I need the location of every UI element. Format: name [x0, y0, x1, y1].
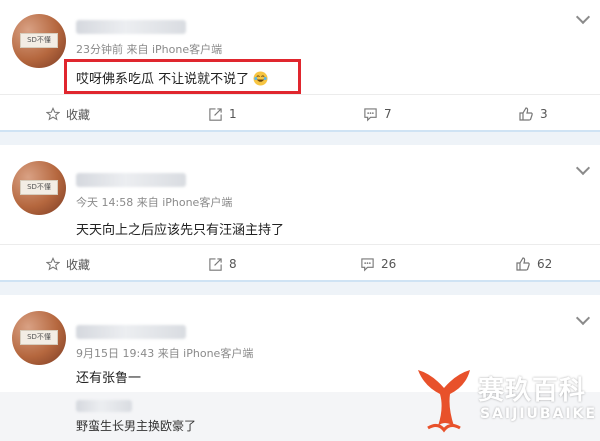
comment-button[interactable]: 26	[360, 245, 396, 283]
action-bar: 收藏 8 26 62	[0, 244, 600, 282]
like-button[interactable]: 3	[518, 95, 548, 133]
comment-meta: 23分钟前 来自 iPhone客户端	[76, 43, 223, 56]
watermark: 赛玖百科 SAIJIUBAIKE	[408, 362, 600, 441]
highlight-box	[64, 59, 301, 94]
avatar[interactable]: SD不懂	[12, 311, 66, 365]
favorite-label: 收藏	[66, 107, 91, 122]
avatar-plate: SD不懂	[20, 180, 58, 195]
section-divider	[0, 280, 600, 295]
section-divider	[0, 130, 600, 145]
comment-meta: 今天 14:58 来自 iPhone客户端	[76, 196, 233, 209]
avatar-plate: SD不懂	[20, 33, 58, 48]
action-bar: 收藏 1 7 3	[0, 94, 600, 132]
chevron-down-icon[interactable]	[575, 160, 591, 176]
username-blurred[interactable]	[76, 173, 186, 187]
comment-card-2: SD不懂 今天 14:58 来自 iPhone客户端 天天向上之后应该先只有汪涵…	[0, 145, 600, 280]
favorite-label: 收藏	[66, 257, 91, 272]
avatar-plate: SD不懂	[20, 330, 58, 345]
repost-count: 1	[229, 107, 237, 121]
share-icon	[209, 107, 222, 121]
repost-count: 8	[229, 257, 237, 271]
watermark-sub: SAIJIUBAIKE	[480, 406, 598, 422]
quoted-text: 野蛮生长男主换欧豪了	[76, 419, 197, 433]
comment-icon	[361, 257, 374, 271]
divider-line	[0, 130, 600, 132]
quoted-username-blurred[interactable]	[76, 400, 132, 412]
whale-tail-logo-icon	[418, 370, 470, 433]
star-icon	[46, 107, 60, 121]
comment-card-1: SD不懂 23分钟前 来自 iPhone客户端 哎呀佛系吃瓜 不让说就不说了 收…	[0, 0, 600, 130]
favorite-button[interactable]: 收藏	[46, 245, 90, 283]
comment-text: 天天向上之后应该先只有汪涵主持了	[76, 223, 285, 238]
avatar[interactable]: SD不懂	[12, 161, 66, 215]
comment-count: 7	[384, 107, 392, 121]
watermark-brand: 赛玖百科	[478, 376, 587, 406]
username-blurred[interactable]	[76, 20, 186, 34]
comment-meta: 9月15日 19:43 来自 iPhone客户端	[76, 347, 254, 360]
share-icon	[209, 257, 222, 271]
favorite-button[interactable]: 收藏	[46, 95, 90, 133]
divider-line	[0, 280, 600, 282]
comment-button[interactable]: 7	[363, 95, 392, 133]
comment-text: 还有张鲁一	[76, 371, 142, 386]
chevron-down-icon[interactable]	[575, 310, 591, 326]
repost-button[interactable]: 1	[208, 95, 237, 133]
star-icon	[46, 257, 60, 271]
like-count: 62	[537, 257, 553, 271]
like-count: 3	[540, 107, 548, 121]
username-blurred[interactable]	[76, 325, 186, 339]
repost-button[interactable]: 8	[208, 245, 237, 283]
chevron-down-icon[interactable]	[575, 9, 591, 25]
avatar[interactable]: SD不懂	[12, 14, 66, 68]
comment-icon	[364, 107, 377, 121]
thumbs-up-icon	[519, 107, 533, 121]
comment-count: 26	[381, 257, 397, 271]
like-button[interactable]: 62	[515, 245, 552, 283]
thumbs-up-icon	[516, 257, 530, 271]
